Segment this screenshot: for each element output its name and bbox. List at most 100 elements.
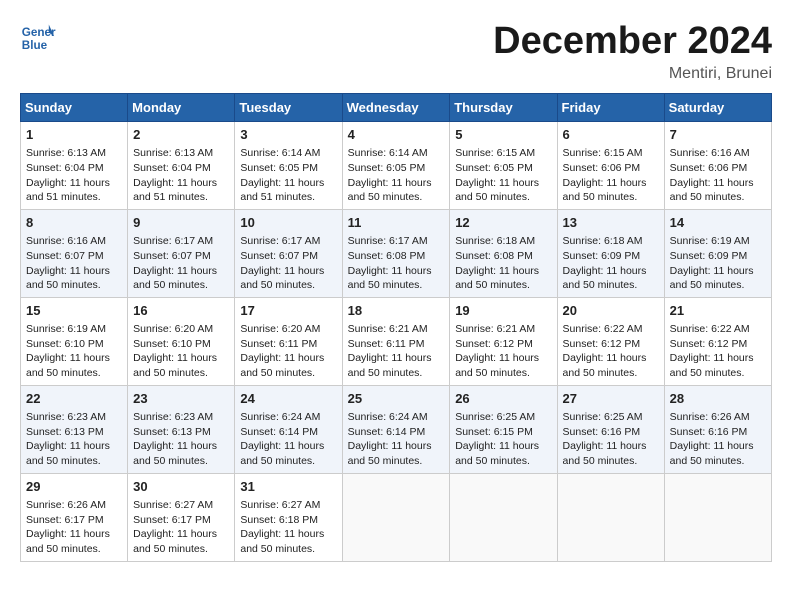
day-header-saturday: Saturday [664,94,771,122]
sunset: Sunset: 6:13 PM [133,426,211,438]
sunrise: Sunrise: 6:13 AM [133,147,213,159]
sunrise: Sunrise: 6:27 AM [133,499,213,511]
day-number: 31 [240,478,336,496]
sunrise: Sunrise: 6:21 AM [455,323,535,335]
daylight: Daylight: 11 hours and 50 minutes. [26,352,110,379]
calendar-header-row: SundayMondayTuesdayWednesdayThursdayFrid… [21,94,772,122]
sunset: Sunset: 6:07 PM [26,250,104,262]
day-header-monday: Monday [128,94,235,122]
sunrise: Sunrise: 6:15 AM [563,147,643,159]
day-number: 19 [455,302,551,320]
sunset: Sunset: 6:11 PM [240,338,317,350]
daylight: Daylight: 11 hours and 50 minutes. [240,352,324,379]
sunset: Sunset: 6:14 PM [348,426,426,438]
calendar-cell [342,473,450,561]
sunrise: Sunrise: 6:27 AM [240,499,320,511]
calendar-cell [664,473,771,561]
calendar-week-2: 8Sunrise: 6:16 AMSunset: 6:07 PMDaylight… [21,209,772,297]
calendar-cell: 7Sunrise: 6:16 AMSunset: 6:06 PMDaylight… [664,122,771,210]
day-number: 7 [670,126,766,144]
day-number: 30 [133,478,229,496]
day-number: 18 [348,302,445,320]
sunset: Sunset: 6:05 PM [240,162,318,174]
daylight: Daylight: 11 hours and 50 minutes. [348,440,432,467]
day-number: 16 [133,302,229,320]
calendar-cell: 14Sunrise: 6:19 AMSunset: 6:09 PMDayligh… [664,209,771,297]
day-number: 11 [348,214,445,232]
sunset: Sunset: 6:12 PM [455,338,533,350]
daylight: Daylight: 11 hours and 50 minutes. [348,265,432,292]
calendar-cell [557,473,664,561]
daylight: Daylight: 11 hours and 50 minutes. [26,528,110,555]
day-header-tuesday: Tuesday [235,94,342,122]
sunset: Sunset: 6:04 PM [26,162,104,174]
day-number: 23 [133,390,229,408]
calendar-week-1: 1Sunrise: 6:13 AMSunset: 6:04 PMDaylight… [21,122,772,210]
sunset: Sunset: 6:11 PM [348,338,425,350]
calendar-cell: 16Sunrise: 6:20 AMSunset: 6:10 PMDayligh… [128,297,235,385]
calendar-cell: 15Sunrise: 6:19 AMSunset: 6:10 PMDayligh… [21,297,128,385]
daylight: Daylight: 11 hours and 50 minutes. [26,265,110,292]
sunrise: Sunrise: 6:26 AM [26,499,106,511]
calendar-subtitle: Mentiri, Brunei [493,65,772,83]
calendar-cell: 30Sunrise: 6:27 AMSunset: 6:17 PMDayligh… [128,473,235,561]
sunrise: Sunrise: 6:25 AM [455,411,535,423]
calendar-week-4: 22 Sunrise: 6:23 AM Sunset: 6:13 PM Dayligh… [21,385,772,473]
sunrise: Sunrise: 6:17 AM [348,235,428,247]
daylight: Daylight: 11 hours and 50 minutes. [563,352,647,379]
day-number: 17 [240,302,336,320]
day-number: 3 [240,126,336,144]
day-number: 25 [348,390,445,408]
day-number: 1 [26,126,122,144]
day-number: 8 [26,214,122,232]
sunset: Sunset: 6:09 PM [670,250,748,262]
daylight: Daylight: 11 hours and 50 minutes. [563,440,647,467]
sunset: Sunset: 6:09 PM [563,250,641,262]
daylight: Daylight: 11 hours and 50 minutes. [26,440,110,467]
sunrise: Sunrise: 6:23 AM [133,411,213,423]
daylight: Daylight: 11 hours and 50 minutes. [455,352,539,379]
sunrise: Sunrise: 6:18 AM [455,235,535,247]
day-number: 9 [133,214,229,232]
sunset: Sunset: 6:07 PM [240,250,318,262]
calendar-cell: 24 Sunrise: 6:24 AM Sunset: 6:14 PM Dayligh… [235,385,342,473]
daylight: Daylight: 11 hours and 50 minutes. [133,265,217,292]
header: General Blue December 2024 Mentiri, Brun… [20,20,772,83]
calendar-title: December 2024 [493,20,772,63]
daylight: Daylight: 11 hours and 50 minutes. [240,440,324,467]
daylight: Daylight: 11 hours and 50 minutes. [240,528,324,555]
day-number: 12 [455,214,551,232]
day-number: 5 [455,126,551,144]
day-number: 29 [26,478,122,496]
sunrise: Sunrise: 6:14 AM [240,147,320,159]
day-number: 22 [26,390,122,408]
sunset: Sunset: 6:18 PM [240,514,318,526]
calendar-cell: 28Sunrise: 6:26 AMSunset: 6:16 PMDayligh… [664,385,771,473]
sunrise: Sunrise: 6:25 AM [563,411,643,423]
calendar-cell: 9Sunrise: 6:17 AMSunset: 6:07 PMDaylight… [128,209,235,297]
day-number: 20 [563,302,659,320]
calendar-cell: 26Sunrise: 6:25 AMSunset: 6:15 PMDayligh… [450,385,557,473]
sunrise: Sunrise: 6:24 AM [240,411,320,423]
calendar-cell: 27Sunrise: 6:25 AMSunset: 6:16 PMDayligh… [557,385,664,473]
calendar-cell: 17 Sunrise: 6:20 AM Sunset: 6:11 PM Dayligh… [235,297,342,385]
calendar-cell: 11Sunrise: 6:17 AMSunset: 6:08 PMDayligh… [342,209,450,297]
sunrise: Sunrise: 6:16 AM [670,147,750,159]
calendar-cell: 18Sunrise: 6:21 AMSunset: 6:11 PMDayligh… [342,297,450,385]
sunrise: Sunrise: 6:17 AM [240,235,320,247]
day-number: 15 [26,302,122,320]
sunrise: Sunrise: 6:19 AM [26,323,106,335]
day-header-thursday: Thursday [450,94,557,122]
daylight: Daylight: 11 hours and 50 minutes. [670,265,754,292]
sunrise: Sunrise: 6:20 AM [240,323,320,335]
sunset: Sunset: 6:15 PM [455,426,533,438]
sunset: Sunset: 6:14 PM [240,426,318,438]
day-number: 24 [240,390,336,408]
sunrise: Sunrise: 6:18 AM [563,235,643,247]
calendar-cell: 12Sunrise: 6:18 AMSunset: 6:08 PMDayligh… [450,209,557,297]
sunrise: Sunrise: 6:26 AM [670,411,750,423]
day-header-friday: Friday [557,94,664,122]
sunset: Sunset: 6:17 PM [26,514,104,526]
calendar-cell: 3Sunrise: 6:14 AMSunset: 6:05 PMDaylight… [235,122,342,210]
day-number: 21 [670,302,766,320]
